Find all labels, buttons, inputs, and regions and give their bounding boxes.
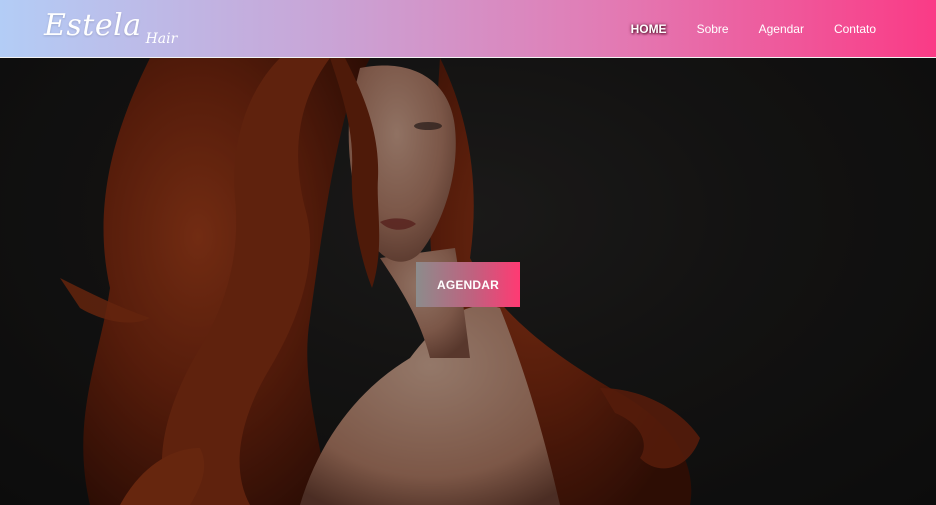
nav-item-agendar[interactable]: Agendar: [759, 22, 804, 36]
site-logo[interactable]: Estela Hair: [44, 8, 177, 47]
main-nav: HOME Sobre Agendar Contato: [631, 0, 876, 58]
hero-section: AGENDAR: [0, 58, 936, 505]
page: Estela Hair HOME Sobre Agendar Contato A…: [0, 0, 936, 505]
nav-item-home[interactable]: HOME: [631, 22, 667, 36]
site-header: Estela Hair HOME Sobre Agendar Contato: [0, 0, 936, 58]
nav-item-contato[interactable]: Contato: [834, 22, 876, 36]
agendar-cta-button[interactable]: AGENDAR: [416, 262, 520, 307]
logo-main-text: Estela: [44, 8, 142, 43]
nav-item-sobre[interactable]: Sobre: [697, 22, 729, 36]
logo-sub-text: Hair: [145, 31, 178, 47]
